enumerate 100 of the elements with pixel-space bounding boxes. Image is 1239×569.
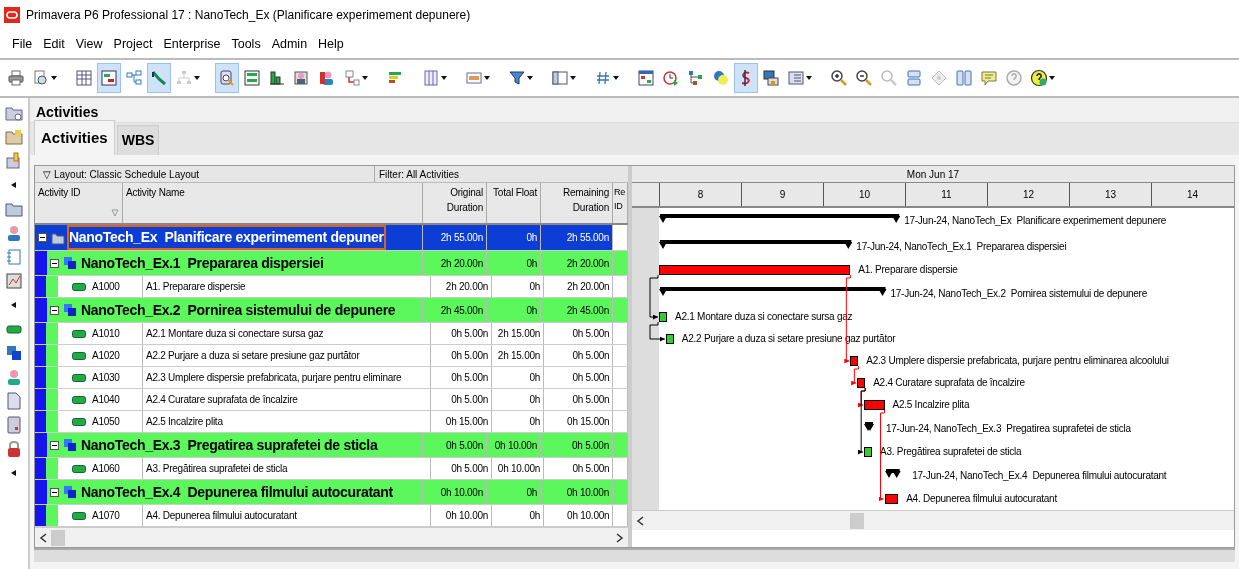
notebook-icon[interactable] <box>5 248 23 266</box>
timescale-hour: 11 <box>905 183 987 206</box>
duration-value: 0h 10.00n <box>492 458 545 479</box>
table-cell <box>613 251 628 275</box>
calculator-icon[interactable] <box>5 416 23 434</box>
menu-item[interactable]: View <box>75 34 103 54</box>
diamond-icon <box>930 69 948 87</box>
folder-open-icon[interactable] <box>5 128 23 146</box>
document-pencil-icon[interactable] <box>5 152 23 170</box>
list-panel-icon <box>787 69 805 87</box>
indent-band <box>35 458 47 479</box>
summary-bar[interactable] <box>864 422 874 432</box>
person-icon[interactable] <box>5 368 23 386</box>
column-header[interactable]: Activity Name <box>123 183 423 223</box>
collapse-toggle[interactable]: ▽ <box>43 166 51 182</box>
activity-id: A1040 <box>91 393 120 407</box>
summary-bar[interactable] <box>659 214 900 224</box>
document-icon[interactable] <box>5 392 23 410</box>
zoom-in-icon <box>830 69 848 87</box>
activity-id: A1050 <box>91 415 120 429</box>
lock-icon[interactable] <box>5 440 23 458</box>
menu-item[interactable]: File <box>12 34 33 54</box>
indent-band <box>35 298 47 322</box>
folder-icon[interactable] <box>5 200 23 218</box>
activity-id: A1030 <box>91 371 120 385</box>
expand-toggle[interactable] <box>38 233 47 242</box>
expand-toggle[interactable] <box>50 440 59 450</box>
link-icon <box>343 69 361 87</box>
column-header[interactable]: Original Duration <box>423 183 487 223</box>
column-header[interactable]: Activity ID <box>35 183 123 223</box>
column-header[interactable]: Total Float <box>487 183 541 223</box>
tab[interactable]: WBS <box>116 125 160 155</box>
table-cell <box>613 298 628 322</box>
expand-toggle[interactable] <box>50 305 59 315</box>
menu-item[interactable]: Enterprise <box>163 34 221 54</box>
activity-id: A1070 <box>91 509 120 523</box>
filter-label[interactable]: Filter: All Activities <box>375 166 460 182</box>
caret-icon <box>570 76 576 80</box>
scrollbar-thumb[interactable] <box>51 529 65 546</box>
chart-icon[interactable] <box>5 272 23 290</box>
menu-item[interactable]: Help <box>318 34 344 54</box>
menu-item[interactable]: Edit <box>43 34 65 54</box>
caret-icon <box>194 76 200 80</box>
menu-item[interactable]: Admin <box>271 34 308 54</box>
folder-add-icon[interactable] <box>5 104 23 122</box>
expand-toggle[interactable] <box>50 258 59 268</box>
bar-label: A2.5 Incalzire plita <box>892 399 970 411</box>
duration-value: 0h 10.00n <box>430 505 493 526</box>
indent-band <box>35 251 47 275</box>
scroll-right-icon[interactable] <box>616 532 624 543</box>
summary-bar[interactable] <box>884 469 901 479</box>
caret-icon <box>362 76 368 80</box>
activity-bar[interactable] <box>864 447 872 457</box>
indent-band <box>35 323 47 344</box>
duration-value: 2h 15.00n <box>492 345 545 366</box>
menu-item[interactable]: Tools <box>231 34 261 54</box>
hierarchy-icon <box>175 69 193 87</box>
bar-label: A3. Pregătirea suprafetei de sticla <box>880 446 1022 458</box>
expand-toggle[interactable] <box>50 487 59 497</box>
layout-label[interactable]: Layout: Classic Schedule Layout <box>54 166 200 182</box>
activity-bar[interactable] <box>850 356 859 366</box>
tab[interactable]: Activities <box>34 119 115 155</box>
layout-button[interactable] <box>97 63 121 93</box>
column-header[interactable]: Remaining Duration <box>541 183 613 223</box>
printer-icon <box>7 69 25 87</box>
duration-value: 2h 20.00n <box>544 276 614 297</box>
table-cell <box>613 480 628 504</box>
indent-band <box>35 480 47 504</box>
caret-icon <box>806 76 812 80</box>
bar-label: 17-Jun-24, NanoTech_Ex.2 Pornirea sistemului de depunere <box>890 287 1147 300</box>
activity-icon <box>71 464 86 473</box>
scroll-left-icon[interactable] <box>39 532 47 543</box>
document-magnifier-button[interactable] <box>215 63 239 93</box>
activity-bar[interactable] <box>659 312 667 322</box>
summary-bar[interactable] <box>659 240 852 250</box>
activity-bar[interactable] <box>857 378 866 388</box>
duration-value: 2h 45.00n <box>423 298 487 322</box>
activity-bar[interactable] <box>884 494 899 504</box>
activity-name: A4. Depunerea filmului autocuratant <box>143 505 431 526</box>
dollar-button[interactable] <box>734 63 758 93</box>
caret-icon <box>441 76 447 80</box>
caret-icon <box>51 76 57 80</box>
person-icon[interactable] <box>5 224 23 242</box>
activity-id: A1000 <box>91 280 120 294</box>
stacked-squares-icon[interactable] <box>5 344 23 362</box>
summary-bar[interactable] <box>659 287 887 297</box>
duration-value: 0h 5.00n <box>423 433 487 457</box>
bar-label: 17-Jun-24, NanoTech_Ex Planificare experimement depunere <box>904 215 1167 227</box>
menu-item[interactable]: Project <box>113 34 153 54</box>
duration-value: 0h 10.00n <box>423 480 487 504</box>
timescale-hour: 14 <box>1151 183 1233 206</box>
scroll-left-icon[interactable] <box>636 515 644 526</box>
scrollbar-thumb[interactable] <box>850 512 864 529</box>
activity-bar[interactable] <box>665 334 674 344</box>
timescale-hour: 8 <box>659 183 741 206</box>
activity-icon <box>71 373 86 382</box>
network-button[interactable] <box>147 63 171 93</box>
column-header[interactable]: Re ID <box>613 183 628 223</box>
duration-value: 2h 20.00n <box>541 251 613 275</box>
person-icon <box>318 69 336 87</box>
